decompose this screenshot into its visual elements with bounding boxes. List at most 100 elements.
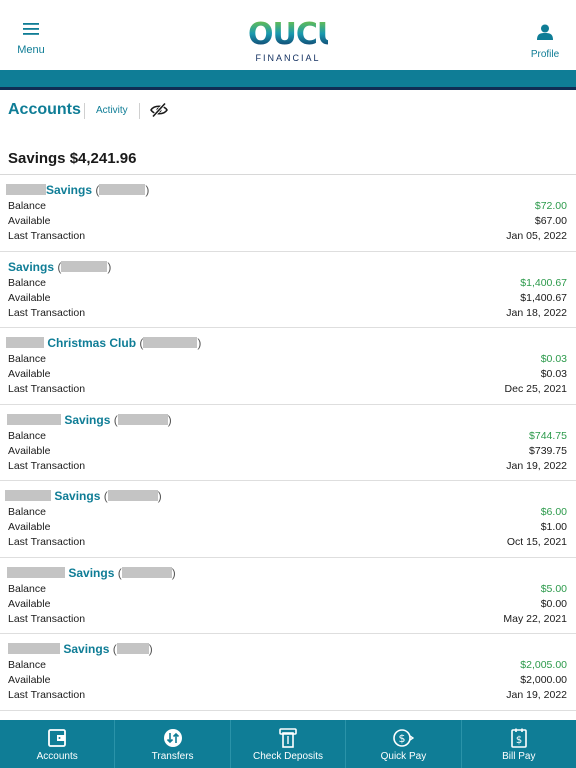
eye-off-icon	[150, 102, 168, 118]
section-title: Savings $4,241.96	[8, 150, 137, 167]
account-title[interactable]: Savings ()	[7, 412, 172, 427]
bottom-nav: Accounts Transfers Check Deposits $ Quic…	[0, 720, 576, 768]
check-deposit-icon	[279, 728, 297, 748]
account-name: Savings	[46, 183, 93, 197]
account-title[interactable]: Savings ()	[7, 565, 176, 580]
available-value: $1,400.67	[520, 291, 567, 304]
last-transaction-label: Last Transaction	[8, 230, 86, 242]
balance-label: Balance	[8, 353, 46, 365]
balance-value: $1,400.67	[520, 276, 567, 289]
account-name: Christmas Club	[47, 336, 137, 350]
view-tabs: Accounts Activity	[0, 90, 576, 130]
account-card[interactable]: Savings () Balance $6.00 Available $1.00 L…	[0, 481, 576, 558]
account-name: Savings	[64, 412, 111, 427]
nav-check-deposits[interactable]: Check Deposits	[231, 720, 347, 768]
account-card[interactable]: Christmas Club () Balance $0.03 Available…	[0, 328, 576, 405]
redacted-text	[6, 337, 44, 348]
redacted-text	[7, 413, 61, 425]
tab-accounts[interactable]: Accounts	[8, 101, 81, 119]
redacted-text	[143, 337, 198, 348]
menu-button[interactable]: Menu	[10, 22, 52, 64]
balance-value: $2,005.00	[520, 659, 567, 671]
redacted-text	[61, 260, 108, 272]
account-title[interactable]: Savings ()	[6, 183, 150, 197]
nav-bill-pay[interactable]: $ Bill Pay	[462, 720, 576, 768]
account-title[interactable]: Savings ()	[8, 260, 111, 274]
svg-text:$: $	[516, 735, 522, 746]
profile-icon	[537, 24, 553, 40]
last-transaction-value: Jan 05, 2022	[506, 230, 567, 242]
account-name: Savings	[8, 259, 55, 274]
account-title[interactable]: Savings ()	[8, 642, 153, 656]
account-card[interactable]: Savings () Balance $744.75 Available $739.…	[0, 405, 576, 481]
account-card[interactable]: Savings () Balance $1,400.67 Available $1,…	[0, 252, 576, 328]
account-number: ()	[57, 259, 112, 274]
account-name: Savings	[54, 489, 101, 503]
tab-divider	[139, 103, 140, 119]
account-name: Savings	[68, 565, 115, 580]
hide-balances-button[interactable]	[150, 102, 168, 118]
account-number: ()	[103, 489, 162, 503]
account-card[interactable]: Savings () Balance $2,005.00 Available $2,…	[0, 634, 576, 711]
account-card[interactable]: Savings () Balance $5.00 Available $0.00 L…	[0, 558, 576, 634]
redacted-text	[7, 566, 65, 578]
available-value: $2,000.00	[520, 674, 567, 686]
balance-label: Balance	[8, 276, 46, 289]
account-title[interactable]: Savings ()	[5, 489, 162, 503]
last-transaction-label: Last Transaction	[8, 306, 86, 319]
transfer-icon	[163, 729, 182, 747]
balance-label: Balance	[8, 582, 46, 595]
account-number: ()	[139, 336, 202, 350]
redacted-text	[116, 643, 149, 654]
last-transaction-value: May 22, 2021	[503, 612, 567, 625]
available-label: Available	[8, 597, 51, 610]
last-transaction-label: Last Transaction	[8, 612, 86, 625]
tab-activity[interactable]: Activity	[96, 105, 128, 116]
profile-label: Profile	[530, 49, 560, 60]
balance-value: $72.00	[534, 200, 567, 212]
balance-label: Balance	[8, 200, 46, 212]
account-card[interactable]: Savings () Balance $72.00 Available $67.00…	[0, 175, 576, 252]
balance-value: $5.00	[540, 582, 567, 595]
last-transaction-value: Jan 18, 2022	[506, 306, 567, 319]
available-value: $1.00	[540, 521, 567, 533]
last-transaction-label: Last Transaction	[8, 383, 86, 395]
last-transaction-label: Last Transaction	[8, 536, 86, 548]
last-transaction-value: Dec 25, 2021	[504, 383, 567, 395]
last-transaction-value: Oct 15, 2021	[506, 536, 567, 548]
quick-pay-icon: $	[393, 729, 415, 747]
available-label: Available	[8, 215, 51, 227]
account-number: ()	[113, 412, 172, 427]
redacted-text	[5, 490, 51, 501]
tab-divider	[84, 103, 85, 119]
balance-label: Balance	[8, 659, 46, 671]
balance-label: Balance	[8, 506, 46, 518]
balance-value: $744.75	[529, 429, 567, 442]
nav-accounts[interactable]: Accounts	[0, 720, 116, 768]
hamburger-menu-icon	[23, 23, 39, 35]
balance-label: Balance	[8, 429, 46, 442]
available-label: Available	[8, 444, 51, 457]
available-value: $67.00	[534, 215, 567, 227]
account-number: ()	[112, 642, 153, 656]
top-bar: Menu OUCU FINANCIAL Profile	[0, 0, 576, 70]
svg-text:$: $	[399, 732, 406, 745]
logo-subtitle: FINANCIAL	[255, 53, 321, 63]
available-label: Available	[8, 368, 51, 380]
redacted-text	[8, 643, 60, 654]
last-transaction-value: Jan 19, 2022	[506, 689, 567, 701]
account-number: ()	[117, 565, 176, 580]
nav-transfers-label: Transfers	[151, 751, 194, 762]
oucu-logo: OUCU FINANCIAL	[248, 17, 341, 66]
account-title[interactable]: Christmas Club ()	[6, 336, 202, 350]
available-value: $0.03	[540, 368, 567, 380]
nav-transfers[interactable]: Transfers	[115, 720, 231, 768]
redacted-text	[117, 413, 168, 425]
account-number: ()	[95, 183, 150, 197]
profile-button[interactable]: Profile	[528, 24, 562, 66]
available-label: Available	[8, 521, 51, 533]
wallet-icon	[48, 729, 67, 747]
nav-check-deposits-label: Check Deposits	[253, 751, 324, 762]
nav-quick-pay[interactable]: $ Quick Pay	[346, 720, 462, 768]
logo-wordmark: OUCU	[248, 17, 341, 52]
